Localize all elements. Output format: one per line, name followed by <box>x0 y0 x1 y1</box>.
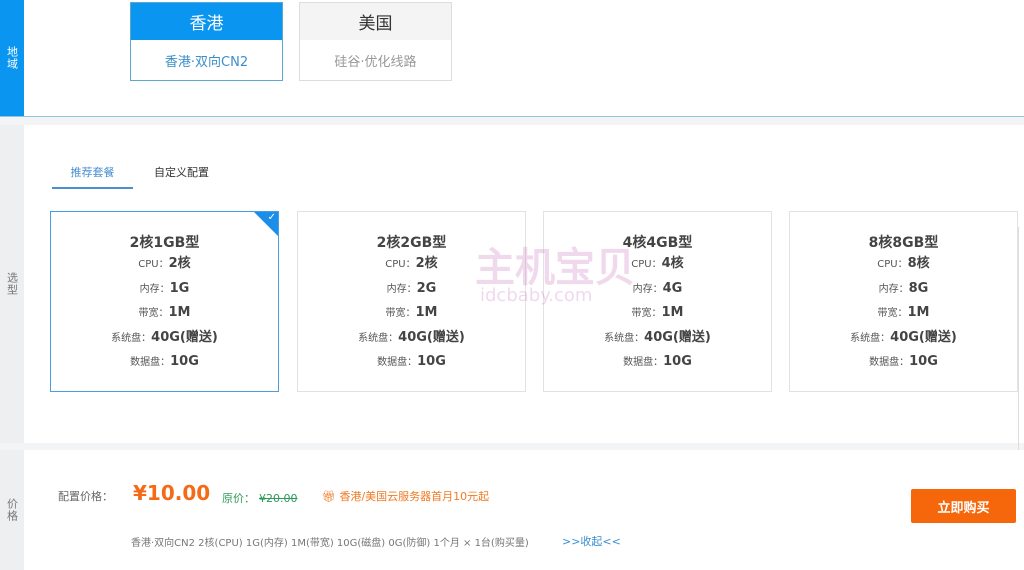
spec-label: CPU： <box>631 259 662 270</box>
plan-bw: 带宽：1M <box>298 301 525 326</box>
original-price-label: 原价： <box>222 492 255 505</box>
plan-bw: 带宽：1M <box>544 301 771 326</box>
price-section: 价格 配置价格： ¥10.00 原价： ¥20.00 🎁︎ 香港/美国云服务器首月… <box>0 450 1024 570</box>
spec-label: 系统盘： <box>850 332 891 344</box>
plan-data: 数据盘：10G <box>298 350 525 375</box>
spec-label: CPU： <box>138 259 169 270</box>
spec-label: CPU： <box>385 259 416 270</box>
price-label: 价格 <box>0 450 24 570</box>
spec-label: 带宽： <box>385 308 416 319</box>
spec-value: 4核 <box>661 256 684 271</box>
buy-now-button[interactable]: 立即购买 <box>911 489 1016 523</box>
spec-value: 40G(赠送) <box>398 329 465 345</box>
scroll-edge <box>1018 227 1024 457</box>
spec-value: 1M <box>168 305 191 320</box>
spec-value: 1M <box>661 305 684 320</box>
spec-value: 8核 <box>907 256 930 271</box>
tab-custom[interactable]: 自定义配置 <box>154 161 209 189</box>
plan-mem: 内存：2G <box>298 277 525 302</box>
plan-sys: 系统盘：40G(赠送) <box>544 326 771 351</box>
spec-label: 内存： <box>632 283 663 295</box>
spec-label: 数据盘： <box>869 357 910 368</box>
gift-icon: 🎁︎ <box>322 490 340 503</box>
spec-value: 2核 <box>415 256 438 271</box>
spec-value: 1G <box>169 280 190 296</box>
promo: 🎁︎ 香港/美国云服务器首月10元起 <box>322 488 489 504</box>
spec-value: 8G <box>908 280 929 296</box>
region-line: 香港·双向CN2 <box>164 54 249 70</box>
plan-data: 数据盘：10G <box>790 350 1017 375</box>
plan-card[interactable]: 2核1GB型 CPU：2核 内存：1G 带宽：1M 系统盘：40G(赠送) 数据盘：10G… <box>50 211 279 392</box>
original-price: 原价： ¥20.00 <box>222 490 298 506</box>
plan-title: 8核8GB型 <box>868 235 939 251</box>
spec-value: 2G <box>416 280 437 296</box>
plan-sys: 系统盘：40G(赠送) <box>790 326 1017 351</box>
selected-check-icon: ✓ <box>254 212 278 236</box>
spec-label: 数据盘： <box>377 357 418 368</box>
region-hongkong[interactable]: 香港 香港·双向CN2 <box>130 2 283 81</box>
spec-label: 系统盘： <box>111 332 152 344</box>
spec-label: 带宽： <box>631 308 662 319</box>
original-price-value: ¥20.00 <box>259 492 298 505</box>
plan-section: 选型 推荐套餐 自定义配置 2核1GB型 CPU：2核 内存：1G 带宽：1M 系统盘：… <box>0 125 1024 457</box>
region-line: 硅谷·优化线路 <box>334 54 417 70</box>
spec-value: 10G <box>417 354 446 369</box>
plan-cpu: CPU：4核 <box>544 252 771 277</box>
spec-label: 内存： <box>878 283 909 295</box>
plan-bw: 带宽：1M <box>51 301 278 326</box>
plan-data: 数据盘：10G <box>51 350 278 375</box>
plan-mem: 内存：4G <box>544 277 771 302</box>
plan-sys: 系统盘：40G(赠送) <box>51 326 278 351</box>
plan-bw: 带宽：1M <box>790 301 1017 326</box>
spec-label: 系统盘： <box>358 332 399 344</box>
spec-label: 系统盘： <box>604 332 645 344</box>
spec-value: 1M <box>415 305 438 320</box>
plan-card[interactable]: 2核2GB型 CPU：2核 内存：2G 带宽：1M 系统盘：40G(赠送) 数据盘：10G <box>297 211 526 392</box>
tab-recommended[interactable]: 推荐套餐 <box>52 161 133 189</box>
spec-value: 2核 <box>168 256 191 271</box>
plan-title: 4核4GB型 <box>622 235 693 251</box>
spec-value: 10G <box>663 354 692 369</box>
spec-value: 4G <box>662 280 683 296</box>
plan-mem: 内存：1G <box>51 277 278 302</box>
collapse-toggle[interactable]: >>收起<< <box>562 533 621 549</box>
spec-label: 数据盘： <box>130 357 171 368</box>
plan-data: 数据盘：10G <box>544 350 771 375</box>
region-section: 地域 香港 香港·双向CN2 美国 硅谷·优化线路 <box>0 0 1024 117</box>
plan-sys: 系统盘：40G(赠送) <box>298 326 525 351</box>
spec-label: 内存： <box>386 283 417 295</box>
spec-label: 数据盘： <box>623 357 664 368</box>
plan-title: 2核2GB型 <box>376 235 447 251</box>
spec-label: 带宽： <box>138 308 169 319</box>
spec-label: 内存： <box>139 283 170 295</box>
plan-card[interactable]: 4核4GB型 CPU：4核 内存：4G 带宽：1M 系统盘：40G(赠送) 数据盘：10G <box>543 211 772 392</box>
plan-title: 2核1GB型 <box>129 235 200 251</box>
spec-label: CPU： <box>877 259 908 270</box>
select-label: 选型 <box>0 125 24 443</box>
spec-value: 10G <box>170 354 199 369</box>
region-label: 地域 <box>0 0 24 116</box>
region-name: 美国 <box>300 3 451 40</box>
plan-mem: 内存：8G <box>790 277 1017 302</box>
spec-value: 40G(赠送) <box>151 329 218 345</box>
config-summary: 香港·双向CN2 2核(CPU) 1G(内存) 1M(带宽) 10G(磁盘) 0… <box>131 538 529 549</box>
config-price-label: 配置价格： <box>58 490 113 503</box>
promo-text: 香港/美国云服务器首月10元起 <box>339 490 490 503</box>
region-name: 香港 <box>131 3 282 40</box>
spec-label: 带宽： <box>877 308 908 319</box>
region-usa[interactable]: 美国 硅谷·优化线路 <box>299 2 452 81</box>
plan-cpu: CPU：2核 <box>298 252 525 277</box>
plan-card[interactable]: 8核8GB型 CPU：8核 内存：8G 带宽：1M 系统盘：40G(赠送) 数据盘：10G <box>789 211 1018 392</box>
spec-value: 40G(赠送) <box>644 329 711 345</box>
current-price: ¥10.00 <box>133 481 211 505</box>
spec-value: 10G <box>909 354 938 369</box>
spec-value: 40G(赠送) <box>890 329 957 345</box>
spec-value: 1M <box>907 305 930 320</box>
plan-cpu: CPU：8核 <box>790 252 1017 277</box>
plan-cpu: CPU：2核 <box>51 252 278 277</box>
